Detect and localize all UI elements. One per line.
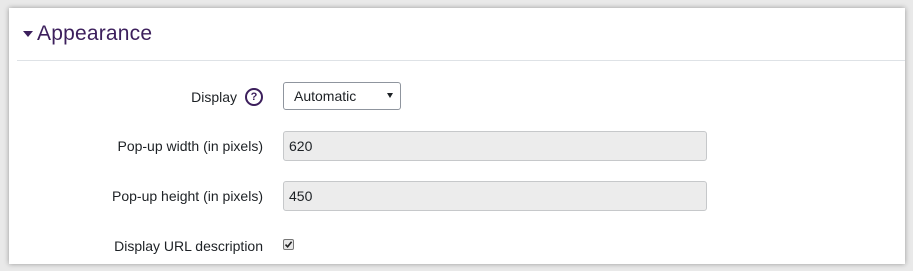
display-url-description-label: Display URL description (114, 238, 263, 254)
section-title[interactable]: Appearance (37, 22, 152, 46)
popup-width-row: Pop-up width (in pixels) (9, 130, 905, 162)
popup-height-label: Pop-up height (in pixels) (112, 188, 263, 204)
section-header[interactable]: Appearance (17, 8, 905, 61)
dropdown-arrow-icon (387, 93, 393, 98)
question-circle-icon[interactable]: ? (245, 88, 263, 106)
display-row: Display ? Automatic (9, 81, 905, 113)
display-select[interactable]: Automatic (283, 82, 401, 110)
appearance-panel: Appearance Display ? Automatic Pop-up wi… (9, 8, 905, 264)
popup-width-label: Pop-up width (in pixels) (117, 138, 263, 154)
display-select-value: Automatic (294, 88, 357, 104)
display-url-description-label-wrap: Display URL description (9, 238, 263, 254)
popup-height-input[interactable] (283, 181, 707, 211)
display-url-description-row: Display URL description (9, 230, 905, 262)
display-label-wrap: Display ? (9, 88, 263, 106)
popup-width-input[interactable] (283, 131, 707, 161)
checkmark-icon (284, 241, 293, 249)
display-label: Display (191, 89, 237, 105)
popup-width-label-wrap: Pop-up width (in pixels) (9, 138, 263, 154)
popup-height-row: Pop-up height (in pixels) (9, 180, 905, 212)
caret-down-icon[interactable] (23, 31, 33, 37)
popup-height-label-wrap: Pop-up height (in pixels) (9, 188, 263, 204)
display-url-description-checkbox[interactable] (283, 239, 294, 250)
